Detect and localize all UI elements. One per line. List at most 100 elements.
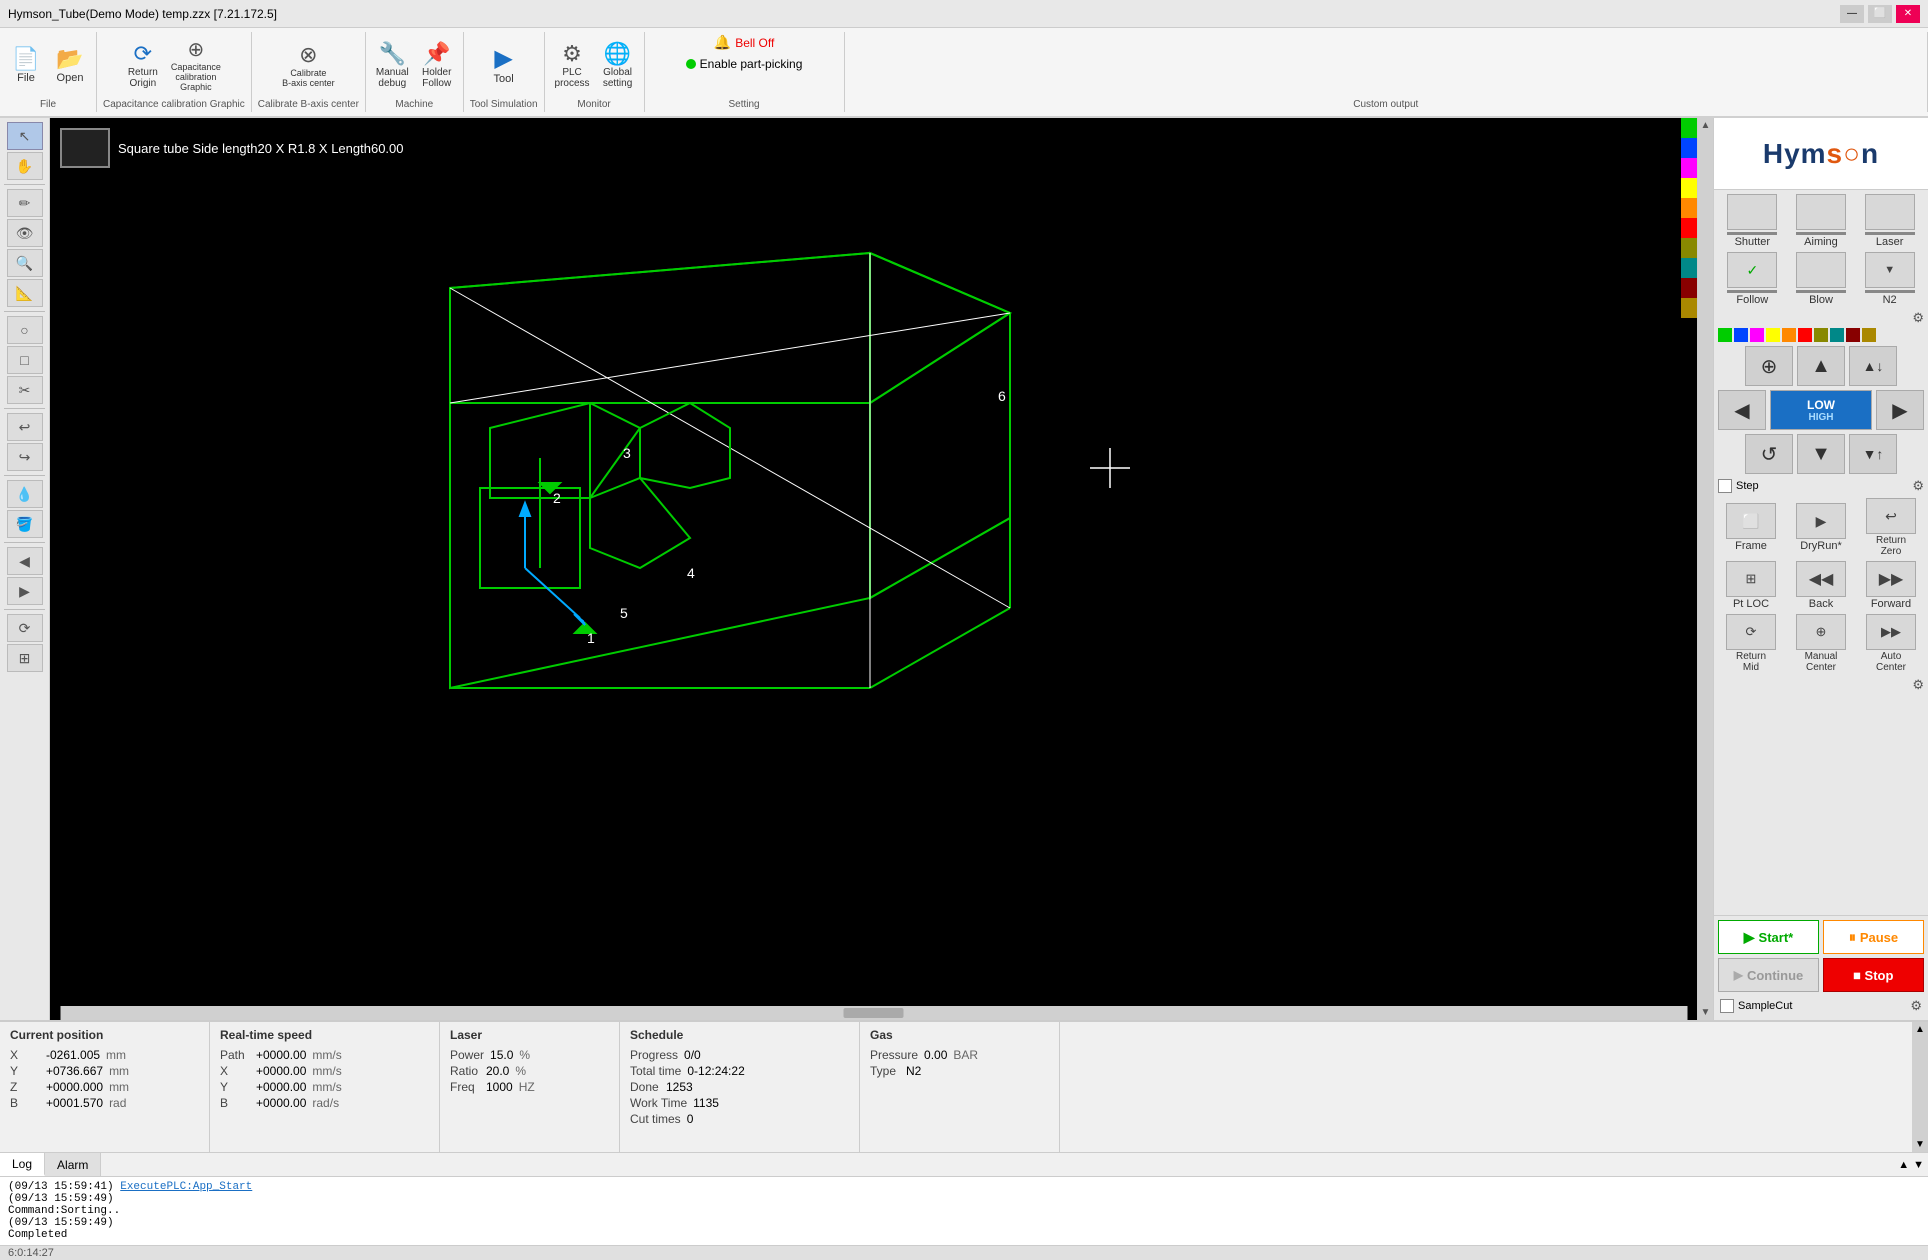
pt-loc-button[interactable]: ⊞ <box>1726 561 1776 597</box>
frame-button[interactable]: ⬜ <box>1726 503 1776 539</box>
swatch-yellow[interactable] <box>1681 178 1697 198</box>
n2-button[interactable]: ▼ <box>1865 252 1915 288</box>
aiming-ctrl[interactable]: Aiming <box>1793 194 1848 248</box>
swatch-r-orange[interactable] <box>1782 328 1796 342</box>
right-scrollbar[interactable]: ▲ ▼ <box>1697 118 1713 1020</box>
swatch-olive[interactable] <box>1681 238 1697 258</box>
file-open-button[interactable]: 📂 Open <box>50 46 90 86</box>
shutter-button[interactable] <box>1727 194 1777 230</box>
swatch-r-gold[interactable] <box>1862 328 1876 342</box>
nav-up-small-button[interactable]: ▲↓ <box>1849 346 1897 386</box>
close-button[interactable]: ✕ <box>1896 5 1920 23</box>
swatch-r-red[interactable] <box>1798 328 1812 342</box>
cap-cal-button[interactable]: ⊕ CapacitancecalibrationGraphic <box>167 38 225 94</box>
start-button[interactable]: ▶ Start* <box>1718 920 1819 954</box>
calibrate-baxis-button[interactable]: ⊗ CalibrateB-axis center <box>278 42 339 90</box>
shutter-ctrl[interactable]: Shutter <box>1725 194 1780 248</box>
nav-rotate-left-button[interactable]: ↺ <box>1745 434 1793 474</box>
nav-down-small-button[interactable]: ▼↑ <box>1849 434 1897 474</box>
swatch-r-teal[interactable] <box>1830 328 1844 342</box>
enable-part-item[interactable]: Enable part-picking <box>686 57 803 71</box>
fill-tool-button[interactable]: 🪣 <box>7 510 43 538</box>
pencil-tool-button[interactable]: ✏ <box>7 189 43 217</box>
return-mid-button[interactable]: ⟳ <box>1726 614 1776 650</box>
log-scroll-down[interactable]: ▼ <box>1913 1159 1924 1171</box>
holder-follow-button[interactable]: 📌 HolderFollow <box>417 41 457 91</box>
expand-left-button[interactable]: ◀ <box>7 547 43 575</box>
center-gear-icon[interactable]: ⚙ <box>1912 677 1924 693</box>
eye-tool-button[interactable]: 👁 <box>7 219 43 247</box>
swatch-gold[interactable] <box>1681 298 1697 318</box>
auto-center-button[interactable]: ▶▶ <box>1866 614 1916 650</box>
status-scroll-up[interactable]: ▲ <box>1915 1024 1925 1035</box>
laser-button[interactable] <box>1865 194 1915 230</box>
log-scroll-up[interactable]: ▲ <box>1898 1159 1909 1171</box>
sample-gear-icon[interactable]: ⚙ <box>1910 998 1922 1014</box>
global-setting-button[interactable]: 🌐 Globalsetting <box>598 41 638 91</box>
blow-button[interactable] <box>1796 252 1846 288</box>
sample-cut-checkbox[interactable] <box>1720 999 1734 1013</box>
aiming-button[interactable] <box>1796 194 1846 230</box>
undo-tool-button[interactable]: ↩ <box>7 413 43 441</box>
move-tool-button[interactable]: ✋ <box>7 152 43 180</box>
swatch-orange[interactable] <box>1681 198 1697 218</box>
pt-loc-ctrl[interactable]: ⊞ Pt LOC <box>1724 561 1779 610</box>
dryrun-button[interactable]: ▶ <box>1796 503 1846 539</box>
swatch-magenta[interactable] <box>1681 158 1697 178</box>
forward-button[interactable]: ▶▶ <box>1866 561 1916 597</box>
redo-tool-button[interactable]: ↪ <box>7 443 43 471</box>
swatch-red[interactable] <box>1681 218 1697 238</box>
bell-off-item[interactable]: 🔔 Bell Off <box>714 34 775 51</box>
continue-button[interactable]: ▶ Continue <box>1718 958 1819 992</box>
plc-process-button[interactable]: ⚙ PLCprocess <box>551 41 594 91</box>
forward-ctrl[interactable]: ▶▶ Forward <box>1864 561 1919 610</box>
maximize-button[interactable]: ⬜ <box>1868 5 1892 23</box>
log-link-1[interactable]: ExecutePLC:App_Start <box>120 1181 252 1193</box>
follow-ctrl[interactable]: ✓ Follow <box>1725 252 1780 306</box>
swatch-r-blue[interactable] <box>1734 328 1748 342</box>
step-checkbox-label[interactable]: Step <box>1718 479 1759 493</box>
measure-tool-button[interactable]: 📐 <box>7 279 43 307</box>
swatch-blue[interactable] <box>1681 138 1697 158</box>
rect-tool-button[interactable]: □ <box>7 346 43 374</box>
rotate-tool-button[interactable]: ⟳ <box>7 614 43 642</box>
n2-ctrl[interactable]: ▼ N2 <box>1862 252 1917 306</box>
swatch-r-magenta[interactable] <box>1750 328 1764 342</box>
pause-button[interactable]: ⏸ Pause <box>1823 920 1924 954</box>
manual-debug-button[interactable]: 🔧 Manualdebug <box>372 41 413 91</box>
swatch-r-olive[interactable] <box>1814 328 1828 342</box>
dryrun-ctrl[interactable]: ▶ DryRun* <box>1794 503 1849 552</box>
step-checkbox[interactable] <box>1718 479 1732 493</box>
nav-right-button[interactable]: ▶ <box>1876 390 1924 430</box>
scroll-up-arrow[interactable]: ▲ <box>1701 120 1711 131</box>
speed-mode-button[interactable]: LOW HIGH <box>1770 390 1872 430</box>
return-mid-ctrl[interactable]: ⟳ ReturnMid <box>1724 614 1779 673</box>
follow-button[interactable]: ✓ <box>1727 252 1777 288</box>
tool-simulation-button[interactable]: ▶ Tool <box>484 45 524 87</box>
circle-tool-button[interactable]: ○ <box>7 316 43 344</box>
nav-up-button[interactable]: ▲ <box>1797 346 1845 386</box>
minimize-button[interactable]: — <box>1840 5 1864 23</box>
return-zero-ctrl[interactable]: ↩ ReturnZero <box>1864 498 1919 557</box>
nav-left-button[interactable]: ◀ <box>1718 390 1766 430</box>
swatch-green[interactable] <box>1681 118 1697 138</box>
back-ctrl[interactable]: ◀◀ Back <box>1794 561 1849 610</box>
grid-tool-button[interactable]: ⊞ <box>7 644 43 672</box>
return-zero-button[interactable]: ↩ <box>1866 498 1916 534</box>
h-scrollbar[interactable] <box>60 1006 1687 1020</box>
nav-down-button[interactable]: ▼ <box>1797 434 1845 474</box>
auto-center-ctrl[interactable]: ▶▶ AutoCenter <box>1864 614 1919 673</box>
blow-ctrl[interactable]: Blow <box>1793 252 1848 306</box>
laser-ctrl[interactable]: Laser <box>1862 194 1917 248</box>
file-new-button[interactable]: 📄 File <box>6 46 46 86</box>
return-origin-button[interactable]: ⟳ ReturnOrigin <box>123 41 163 91</box>
manual-center-button[interactable]: ⊕ <box>1796 614 1846 650</box>
controls-gear-icon[interactable]: ⚙ <box>1912 310 1924 326</box>
swatch-r-yellow[interactable] <box>1766 328 1780 342</box>
stop-button[interactable]: ⏹ Stop <box>1823 958 1924 992</box>
step-gear-icon[interactable]: ⚙ <box>1912 478 1924 494</box>
scroll-down-arrow[interactable]: ▼ <box>1701 1007 1711 1018</box>
sample-cut-label[interactable]: SampleCut <box>1720 999 1792 1013</box>
log-tab[interactable]: Log <box>0 1153 45 1176</box>
swatch-teal[interactable] <box>1681 258 1697 278</box>
